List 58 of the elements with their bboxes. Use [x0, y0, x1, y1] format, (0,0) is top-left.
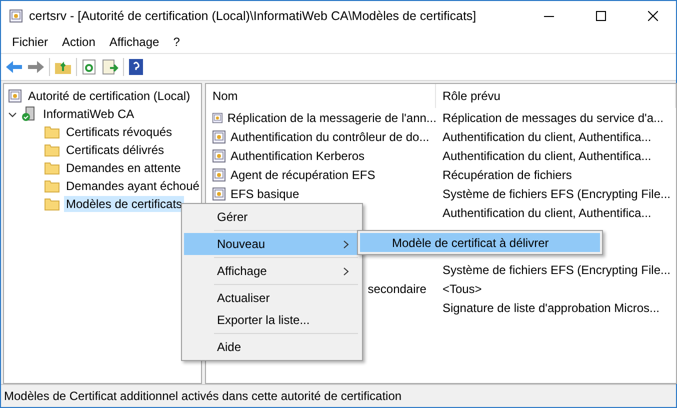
- certificate-icon: [9, 9, 23, 23]
- menu-item[interactable]: Exporter la liste...: [184, 309, 360, 331]
- refresh-icon[interactable]: [81, 59, 97, 75]
- tree-item[interactable]: Demandes en attente: [64, 160, 183, 176]
- chevron-icon: [343, 240, 350, 248]
- certificate-icon: [212, 186, 226, 200]
- certificate-icon: [212, 168, 226, 182]
- tree-item[interactable]: Autorité de certification (Local): [26, 88, 192, 104]
- certificate-icon: [212, 130, 226, 144]
- column-header[interactable]: Rôle prévu: [436, 84, 676, 108]
- table-cell-text: Authentification du client, Authentifica...: [441, 130, 652, 144]
- table-cell-text: Récupération de fichiers: [441, 168, 572, 182]
- table-cell: Authentification Kerberos: [230, 148, 365, 162]
- folder-up-icon[interactable]: [54, 59, 72, 75]
- table-cell-text: Signature de liste d'approbation Micros...: [441, 300, 660, 314]
- table-cell-text: <Tous>: [441, 282, 482, 296]
- tree-item[interactable]: Modèles de certificats: [64, 196, 184, 212]
- certificate-icon: [212, 110, 224, 124]
- help-icon[interactable]: [128, 58, 144, 76]
- table-cell-text: Authentification du client, Authentifica...: [441, 206, 652, 220]
- menu-item[interactable]: ?: [166, 35, 187, 49]
- certificate-icon: [212, 148, 226, 162]
- menu-item[interactable]: Nouveau: [184, 228, 360, 255]
- menu-item[interactable]: Affichage: [102, 35, 166, 49]
- menu-item[interactable]: Gérer: [184, 206, 360, 228]
- window-title: certsrv - [Autorité de certification (Local)\InformatiWeb CA\Modèles de certificats]: [29, 9, 478, 23]
- tree-item[interactable]: Certificats délivrés: [64, 142, 166, 158]
- tree-item[interactable]: InformatiWeb CA: [41, 106, 136, 122]
- table-cell: Réplication de la messagerie de l'ann...: [227, 110, 436, 124]
- tree-item[interactable]: Certificats révoqués: [64, 124, 174, 140]
- table-cell-text: Système de fichiers EFS (Encrypting File...: [441, 262, 671, 276]
- menu-item[interactable]: Action: [55, 35, 102, 49]
- certificate-icon: [8, 89, 22, 103]
- table-cell-text: Réplication de messages du service d'a...: [441, 110, 664, 124]
- menu-item[interactable]: Fichier: [5, 35, 56, 49]
- table-cell: Authentification du contrôleur de do...: [230, 130, 430, 144]
- table-cell: Agent de récupération EFS: [230, 168, 376, 182]
- back-icon[interactable]: [5, 60, 23, 74]
- status-text: Modèles de Certificat additionnel activés dans cette autorité de certification: [4, 389, 402, 403]
- folder-icon: [44, 143, 60, 157]
- chevron-icon: [343, 266, 350, 276]
- server-icon: [21, 106, 37, 122]
- forward-icon[interactable]: [27, 60, 45, 74]
- folder-icon: [44, 179, 60, 193]
- folder-icon: [44, 125, 60, 139]
- tree-item[interactable]: Demandes ayant échoué: [64, 178, 202, 194]
- table-cell: secondaire: [368, 282, 426, 296]
- close-icon: [648, 11, 658, 21]
- table-cell-text: Système de fichiers EFS (Encrypting File...: [441, 186, 671, 200]
- folder-icon: [44, 161, 60, 175]
- column-header[interactable]: Nom: [206, 84, 436, 108]
- folder-icon: [44, 197, 60, 211]
- maximize-icon: [596, 11, 606, 21]
- table-cell: EFS basique: [230, 186, 300, 200]
- export-icon[interactable]: [101, 59, 119, 75]
- menu-item[interactable]: Modèle de certificat à délivrer: [360, 233, 600, 252]
- table-cell-text: Authentification du client, Authentifica...: [441, 148, 652, 162]
- expand-icon[interactable]: [8, 110, 17, 118]
